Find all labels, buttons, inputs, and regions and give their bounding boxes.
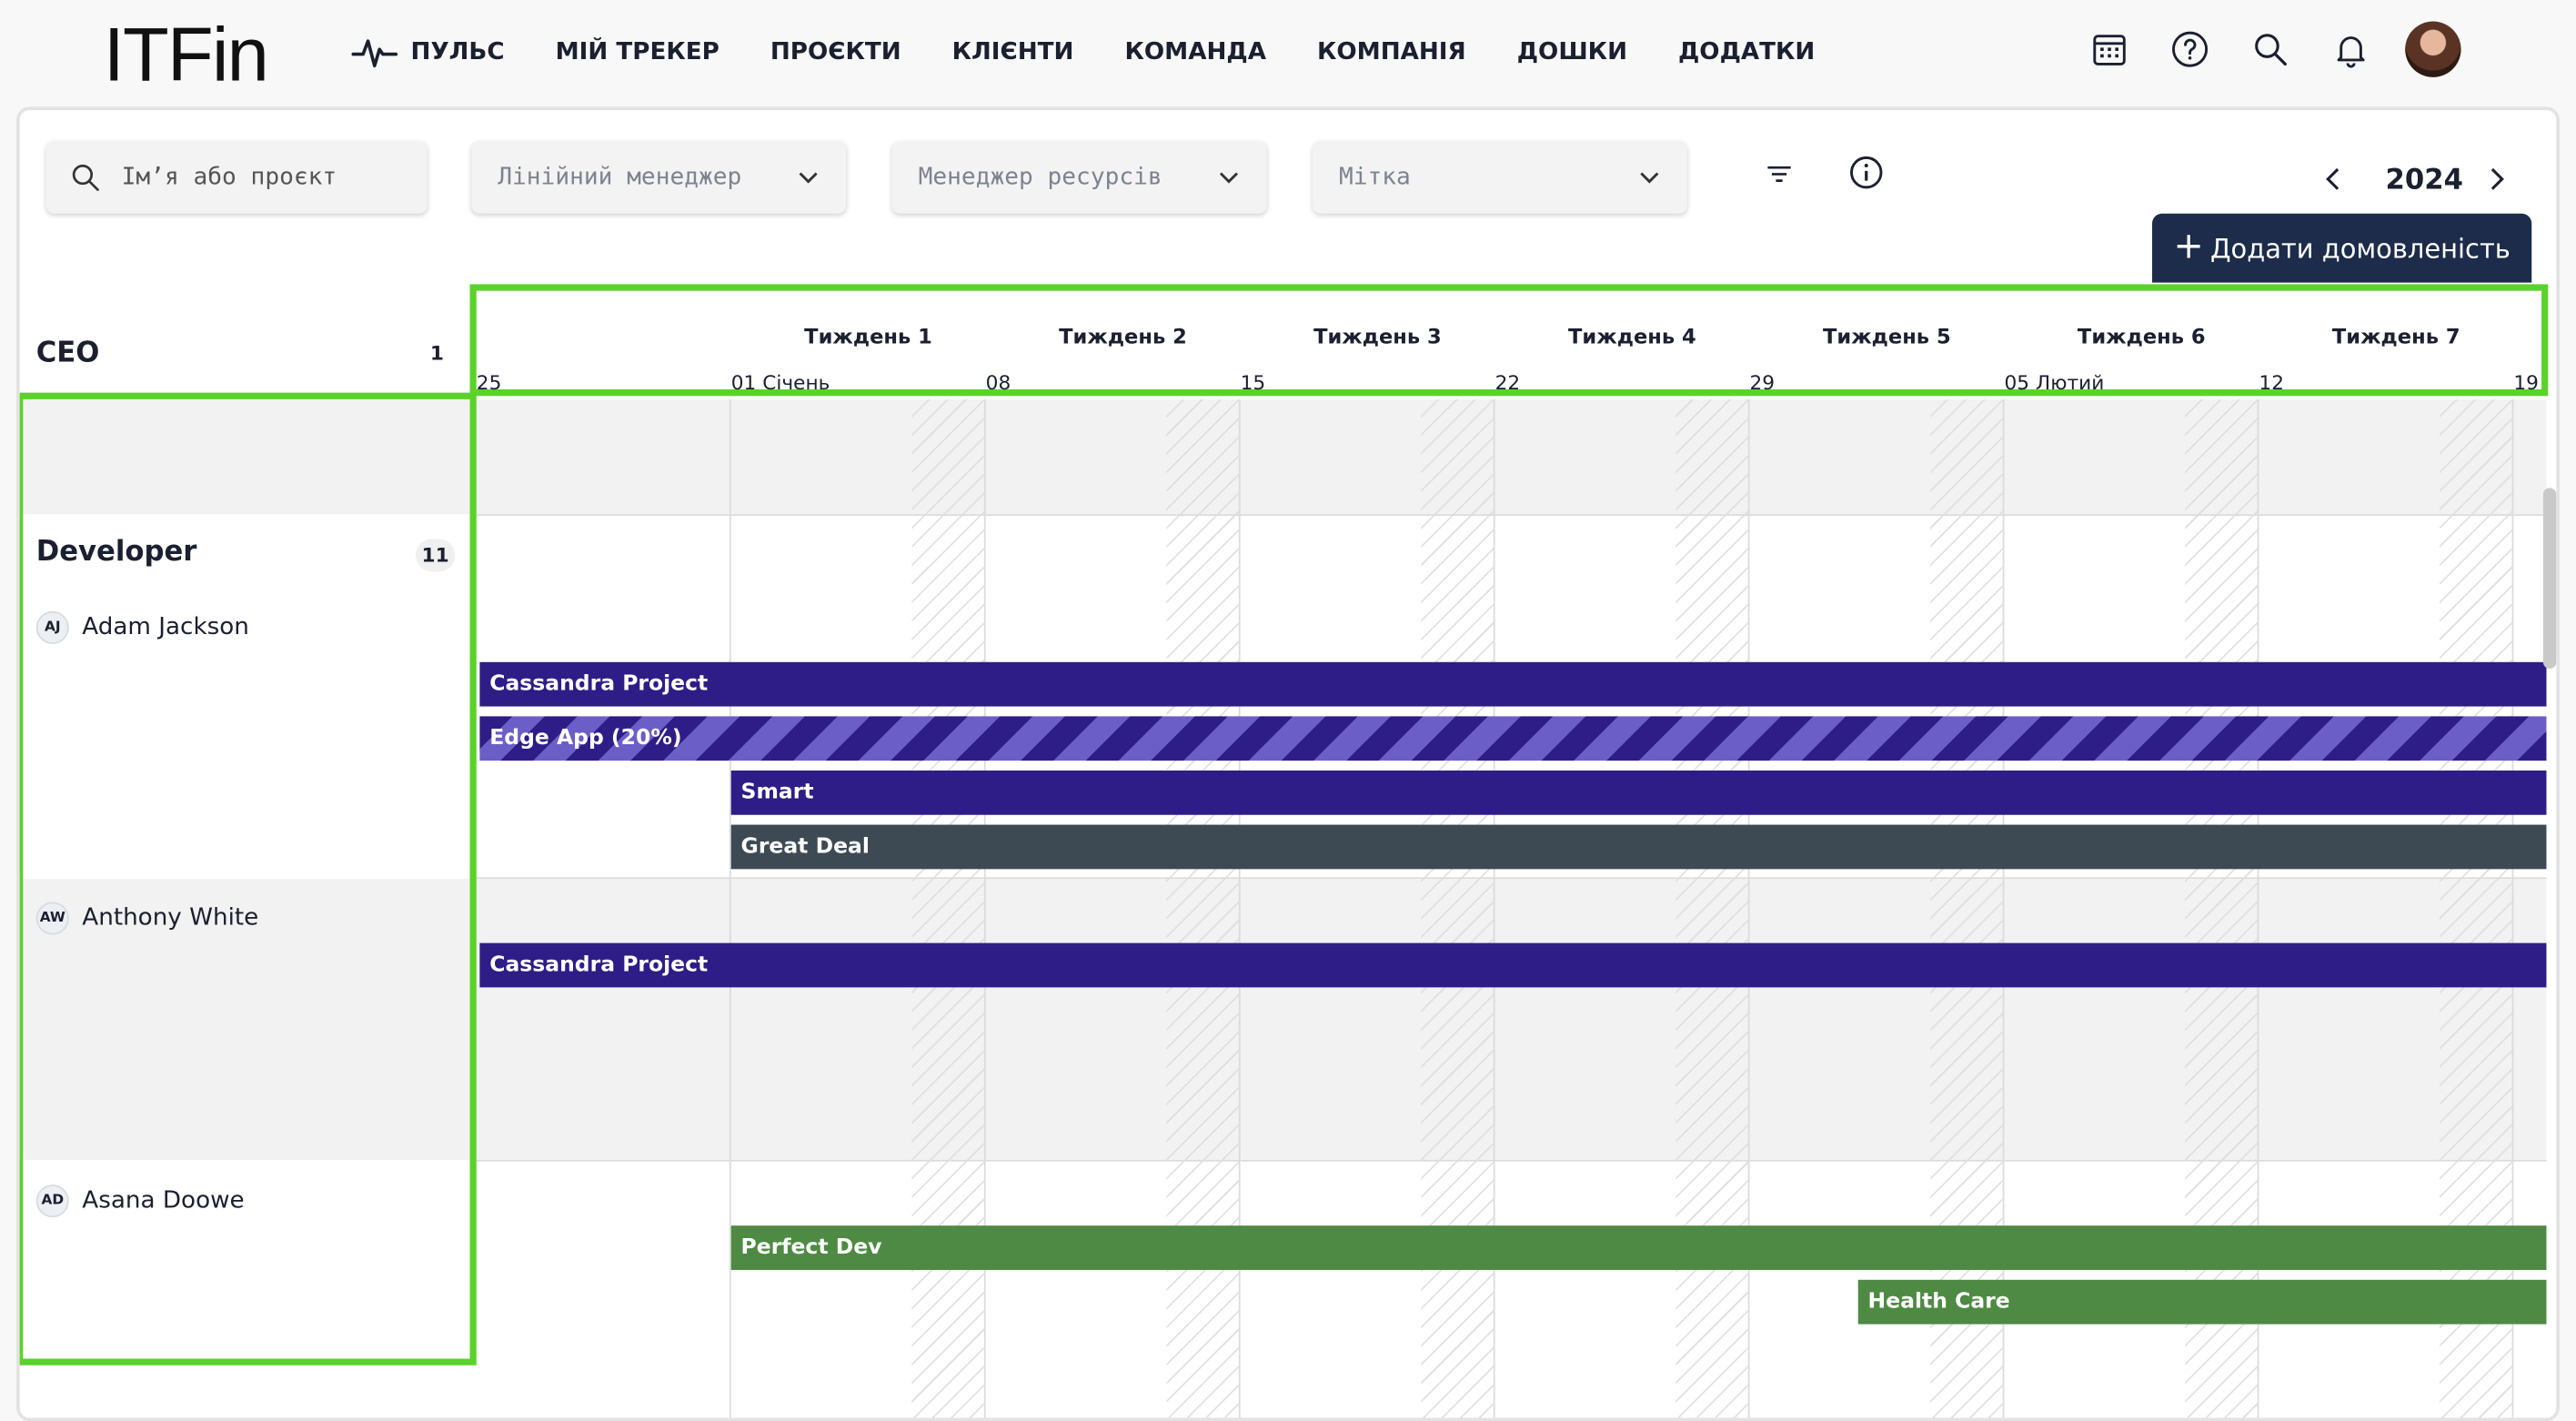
- nav-item-team[interactable]: КОМАНДА: [1124, 39, 1266, 66]
- assignment-bar[interactable]: Smart: [730, 770, 2547, 815]
- chevron-down-icon: [1219, 172, 1239, 184]
- date-label: 12: [2259, 371, 2285, 395]
- people-column: CEO 1 Developer 11 AJ Adam Jackson AW An…: [19, 324, 477, 1418]
- nav-item-clients[interactable]: КЛІЄНТИ: [952, 39, 1074, 66]
- week-label: Тиждень 2: [1059, 323, 1187, 348]
- assignment-bar[interactable]: Edge App (20%): [479, 716, 2547, 761]
- tag-select[interactable]: Мітка: [1313, 141, 1687, 214]
- week-label: Тиждень 6: [2077, 323, 2206, 348]
- person-name: Adam Jackson: [82, 614, 249, 641]
- person-name: Asana Doowe: [82, 1187, 245, 1214]
- timeline-header: Тиждень 1 Тиждень 2 Тиждень 3 Тиждень 4 …: [469, 284, 2549, 397]
- group-count: 1: [429, 341, 444, 365]
- top-icons: [2050, 21, 2461, 77]
- assignment-bar[interactable]: Cassandra Project: [479, 661, 2547, 707]
- resource-manager-select[interactable]: Менеджер ресурсів: [891, 141, 1267, 214]
- chevron-down-icon: [1640, 172, 1659, 184]
- week-label: Тиждень 4: [1568, 323, 1696, 348]
- add-agreement-label: Додати домовленість: [2209, 232, 2511, 264]
- date-label: 08: [985, 371, 1011, 395]
- plus-icon: +: [2173, 227, 2204, 268]
- chevron-down-icon: [799, 172, 818, 184]
- prev-year-button[interactable]: [2319, 165, 2346, 203]
- avatar: AD: [35, 1184, 69, 1218]
- calendar-icon[interactable]: [2088, 28, 2131, 71]
- bell-icon[interactable]: [2329, 28, 2372, 71]
- info-icon[interactable]: [1848, 155, 1885, 191]
- date-label: 22: [1494, 371, 1521, 395]
- person-adam-jackson[interactable]: AJ Adam Jackson: [35, 610, 249, 644]
- date-label: 19: [2513, 371, 2539, 395]
- nav-item-company[interactable]: КОМПАНІЯ: [1317, 39, 1466, 66]
- select-placeholder: Лінійний менеджер: [498, 164, 742, 191]
- avatar: AW: [35, 902, 69, 935]
- app-logo[interactable]: ITFin: [104, 10, 269, 99]
- search-icon: [72, 164, 99, 191]
- search-input[interactable]: [118, 162, 388, 193]
- search-box[interactable]: [45, 141, 428, 214]
- assignment-bar[interactable]: Perfect Dev: [730, 1225, 2547, 1270]
- date-label: 25: [476, 371, 502, 395]
- add-agreement-button[interactable]: + Додати домовленість: [2152, 213, 2532, 283]
- person-anthony-white[interactable]: AW Anthony White: [35, 902, 259, 935]
- main-nav: ПУЛЬС МІЙ ТРЕКЕР ПРОЄКТИ КЛІЄНТИ КОМАНДА…: [351, 30, 1867, 76]
- nav-item-projects[interactable]: ПРОЄКТИ: [770, 39, 901, 66]
- date-label: 01 Січень: [730, 371, 830, 395]
- assignment-bar[interactable]: Great Deal: [730, 824, 2547, 870]
- filter-icon[interactable]: [1761, 156, 1797, 193]
- week-label: Тиждень 5: [1822, 323, 1951, 348]
- week-label: Тиждень 1: [804, 323, 932, 348]
- user-avatar[interactable]: [2405, 21, 2461, 77]
- nav-item-pulse[interactable]: ПУЛЬС: [351, 36, 505, 69]
- nav-item-addons[interactable]: ДОДАТКИ: [1678, 39, 1815, 66]
- group-title-ceo: CEO: [35, 337, 100, 370]
- line-manager-select[interactable]: Лінійний менеджер: [471, 141, 847, 214]
- chevron-left-icon: [2326, 167, 2340, 190]
- week-label: Тиждень 7: [2331, 323, 2460, 348]
- group-title-developer: Developer: [35, 535, 197, 569]
- chevron-right-icon: [2490, 167, 2504, 190]
- date-label: 05 Лютий: [2004, 371, 2105, 395]
- date-label: 15: [1240, 371, 1266, 395]
- avatar: AJ: [35, 610, 69, 644]
- date-label: 29: [1749, 371, 1776, 395]
- assignment-bar[interactable]: Health Care: [1857, 1279, 2547, 1325]
- schedule-grid: Cassandra Project Edge App (20%) Smart G…: [476, 398, 2547, 1418]
- next-year-button[interactable]: [2484, 165, 2511, 203]
- ceo-row: [23, 398, 474, 515]
- nav-item-boards[interactable]: ДОШКИ: [1517, 39, 1627, 66]
- pulse-icon: [351, 39, 398, 68]
- person-asana-doowe[interactable]: AD Asana Doowe: [35, 1184, 245, 1218]
- week-label: Тиждень 3: [1313, 323, 1442, 348]
- vertical-scrollbar[interactable]: [2542, 488, 2557, 670]
- nav-item-my-tracker[interactable]: МІЙ ТРЕКЕР: [556, 39, 719, 66]
- search-icon[interactable]: [2249, 28, 2292, 71]
- year-label: 2024: [2385, 164, 2463, 197]
- nav-label: ПУЛЬС: [410, 39, 505, 66]
- help-icon[interactable]: [2168, 28, 2211, 71]
- person-name: Anthony White: [82, 905, 259, 932]
- select-placeholder: Менеджер ресурсів: [918, 164, 1162, 191]
- top-navigation: ITFin ПУЛЬС МІЙ ТРЕКЕР ПРОЄКТИ КЛІЄНТИ К…: [0, 0, 2576, 106]
- assignment-bar[interactable]: Cassandra Project: [479, 942, 2547, 988]
- resource-planner-card: Лінійний менеджер Менеджер ресурсів Мітк…: [16, 106, 2560, 1421]
- group-count: 11: [415, 539, 456, 572]
- select-placeholder: Мітка: [1338, 164, 1411, 191]
